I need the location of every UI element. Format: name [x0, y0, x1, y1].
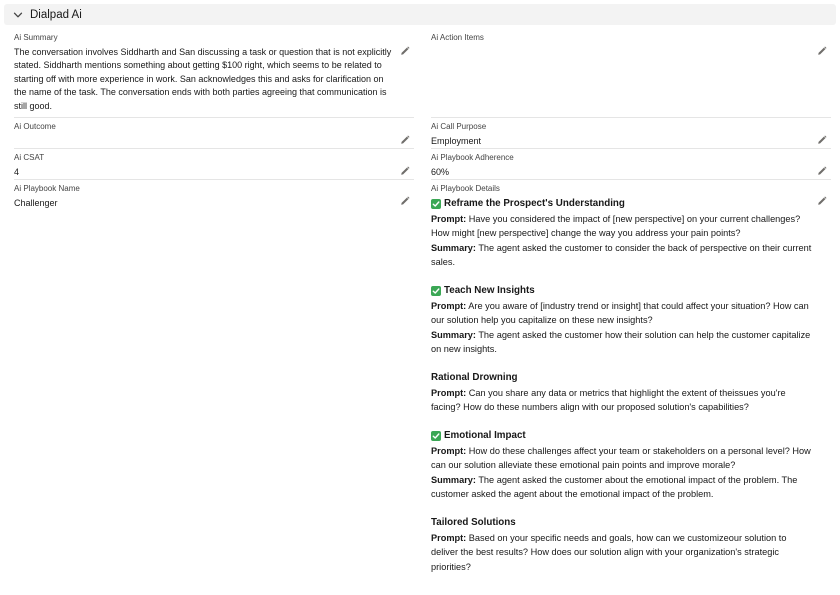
field-label: Ai Outcome [14, 122, 56, 131]
divider [14, 148, 414, 149]
pencil-icon [818, 166, 827, 175]
edit-ai-summary-button[interactable] [399, 45, 411, 57]
field-value: 4 [14, 167, 20, 177]
prompt-text: Have you considered the impact of [new p… [431, 213, 801, 239]
prompt-text: How do these challenges affect your team… [431, 445, 811, 471]
playbook-item-prompt: Prompt: Based on your specific needs and… [431, 531, 813, 575]
field-label: Ai Playbook Name [14, 184, 80, 193]
playbook-item-title: Emotional Impact [431, 429, 813, 444]
divider [14, 179, 414, 180]
pencil-icon [401, 135, 410, 144]
playbook-item-prompt: Prompt: Have you considered the impact o… [431, 212, 813, 241]
pencil-icon [818, 46, 827, 55]
field-value: The conversation involves Siddharth and … [14, 47, 392, 111]
check-icon [431, 199, 441, 210]
pencil-icon [401, 46, 410, 55]
playbook-item: Emotional Impact Prompt: How do these cha… [431, 429, 813, 502]
divider [431, 148, 831, 149]
playbook-item-title-text: Rational Drowning [431, 372, 518, 383]
playbook-item-prompt: Prompt: Can you share any data or metric… [431, 386, 813, 415]
playbook-item-prompt: Prompt: How do these challenges affect y… [431, 444, 813, 473]
divider [431, 179, 831, 180]
field-ai-csat: Ai CSAT 4 [14, 153, 414, 180]
field-ai-playbook-name: Ai Playbook Name Challenger [14, 184, 414, 211]
edit-ai-outcome-button[interactable] [399, 134, 411, 146]
playbook-item-title-text: Tailored Solutions [431, 517, 516, 528]
playbook-item-summary: Summary: The agent asked the customer to… [431, 241, 813, 270]
field-value: Challenger [14, 198, 58, 208]
playbook-item-title-text: Reframe the Prospect's Understanding [444, 198, 625, 209]
edit-ai-playbook-name-button[interactable] [399, 195, 411, 207]
playbook-item-title-text: Emotional Impact [444, 430, 526, 441]
field-ai-outcome: Ai Outcome [14, 122, 414, 149]
field-label: Ai Summary [14, 33, 58, 42]
field-ai-playbook-adherence: Ai Playbook Adherence 60% [431, 153, 831, 180]
edit-ai-playbook-adherence-button[interactable] [816, 165, 828, 177]
summary-text: The agent asked the customer how their s… [431, 329, 811, 355]
playbook-item-title-text: Teach New Insights [444, 285, 535, 296]
field-ai-playbook-details: Ai Playbook Details Reframe the Prospect… [431, 184, 823, 592]
playbook-item: Teach New Insights Prompt: Are you aware … [431, 284, 813, 357]
summary-label: Summary: [431, 242, 476, 253]
playbook-item-summary: Summary: The agent asked the customer ho… [431, 328, 813, 357]
check-icon [431, 431, 441, 442]
prompt-label: Prompt: [431, 445, 467, 456]
summary-label: Summary: [431, 329, 476, 340]
field-label: Ai CSAT [14, 153, 45, 162]
playbook-item: Reframe the Prospect's Understanding Prom… [431, 197, 813, 270]
playbook-item-prompt: Prompt: Are you aware of [industry trend… [431, 299, 813, 328]
playbook-item: Tailored Solutions Prompt: Based on your … [431, 516, 813, 574]
pencil-icon [818, 135, 827, 144]
prompt-label: Prompt: [431, 300, 467, 311]
summary-label: Summary: [431, 474, 476, 485]
field-ai-summary: Ai Summary The conversation involves Sid… [14, 33, 414, 118]
playbook-item: Rational Drowning Prompt: Can you share a… [431, 371, 813, 415]
pencil-icon [401, 166, 410, 175]
playbook-details-list: Reframe the Prospect's Understanding Prom… [431, 197, 813, 574]
field-ai-action-items: Ai Action Items [431, 33, 831, 118]
prompt-label: Prompt: [431, 387, 467, 398]
playbook-item-title: Tailored Solutions [431, 516, 813, 531]
check-icon [431, 286, 441, 297]
pencil-icon [401, 196, 410, 205]
prompt-text: Can you share any data or metrics that h… [431, 387, 786, 413]
prompt-text: Are you aware of [industry trend or insi… [431, 300, 809, 326]
field-value: 60% [431, 167, 450, 177]
prompt-text: Based on your specific needs and goals, … [431, 532, 787, 572]
prompt-label: Prompt: [431, 532, 467, 543]
playbook-item-title: Reframe the Prospect's Understanding [431, 197, 813, 212]
edit-ai-call-purpose-button[interactable] [816, 134, 828, 146]
section-header-dialpad-ai[interactable]: Dialpad Ai [4, 4, 836, 25]
divider [14, 117, 414, 118]
playbook-item-summary: Summary: The agent asked the customer ab… [431, 473, 813, 502]
field-label: Ai Playbook Adherence [431, 153, 514, 162]
pencil-icon [818, 196, 827, 205]
field-label: Ai Call Purpose [431, 122, 487, 131]
summary-text: The agent asked the customer about the e… [431, 474, 798, 500]
field-label: Ai Playbook Details [431, 184, 500, 193]
playbook-item-title: Rational Drowning [431, 371, 813, 386]
section-title: Dialpad Ai [30, 8, 82, 21]
playbook-item-title: Teach New Insights [431, 284, 813, 299]
divider [431, 117, 831, 118]
edit-ai-playbook-details-button[interactable] [816, 195, 828, 207]
edit-ai-action-items-button[interactable] [816, 45, 828, 57]
field-label: Ai Action Items [431, 33, 484, 42]
field-ai-call-purpose: Ai Call Purpose Employment [431, 122, 831, 149]
summary-text: The agent asked the customer to consider… [431, 242, 812, 268]
chevron-down-icon [12, 9, 24, 21]
edit-ai-csat-button[interactable] [399, 165, 411, 177]
field-value: Employment [431, 136, 482, 146]
prompt-label: Prompt: [431, 213, 467, 224]
